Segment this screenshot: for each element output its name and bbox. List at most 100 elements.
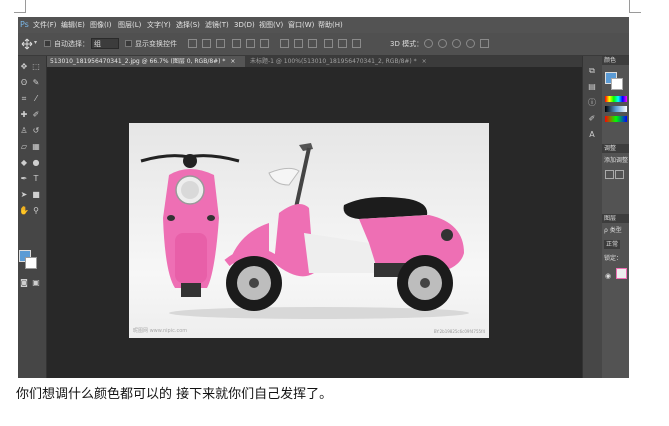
background-color-swatch-panel[interactable] bbox=[611, 78, 623, 90]
distribute-right-icon[interactable] bbox=[352, 39, 361, 48]
canvas-area[interactable]: 昵图网 www.nipic.com BY:2b19825c6c09f4755f4 bbox=[47, 67, 582, 378]
tab-document-1[interactable]: 513010_181956470341_2.jpg @ 66.7% (图层 0,… bbox=[47, 56, 245, 67]
image-watermark: 昵图网 www.nipic.com bbox=[133, 328, 188, 334]
3d-slide-icon[interactable] bbox=[466, 39, 475, 48]
history-panel-icon[interactable]: ⧉ bbox=[587, 66, 597, 76]
document-tab-bar: 513010_181956470341_2.jpg @ 66.7% (图层 0,… bbox=[47, 56, 582, 67]
layer-kind-filter[interactable]: ρ 类型 bbox=[604, 226, 622, 235]
menu-window[interactable]: 窗口(W) bbox=[288, 20, 314, 30]
crop-tool-icon[interactable]: ⌗ bbox=[19, 94, 29, 104]
tools-panel: ✥ ⬚ ʘ ✎ ⌗ ⁄ ✚ ✐ ♙ ↺ ▱ ▦ ◆ ● ✒ T ➤ ■ ✋ ⚲ … bbox=[18, 56, 47, 378]
shape-tool-icon[interactable]: ■ bbox=[31, 190, 41, 200]
menu-image[interactable]: 图像(I) bbox=[90, 20, 112, 30]
brush-panel-icon[interactable]: ✐ bbox=[587, 114, 597, 124]
quick-select-tool-icon[interactable]: ✎ bbox=[31, 78, 41, 88]
marquee-tool-icon[interactable]: ⬚ bbox=[31, 62, 41, 72]
blend-mode-select[interactable]: 正常 bbox=[604, 240, 621, 249]
3d-roll-icon[interactable] bbox=[438, 39, 447, 48]
distribute-bottom-icon[interactable] bbox=[308, 39, 317, 48]
show-transform-label: 显示变换控件 bbox=[135, 40, 177, 48]
distribute-hcenter-icon[interactable] bbox=[338, 39, 347, 48]
layer-thumbnail[interactable] bbox=[616, 268, 627, 279]
page-corner-mark-left bbox=[25, 0, 26, 12]
3d-pan-icon[interactable] bbox=[452, 39, 461, 48]
properties-panel-icon[interactable]: ▤ bbox=[587, 82, 597, 92]
3d-scale-icon[interactable] bbox=[480, 39, 489, 48]
chevron-down-icon[interactable]: ▾ bbox=[34, 39, 37, 46]
menu-bar: Ps 文件(F) 编辑(E) 图像(I) 图层(L) 文字(Y) 选择(S) 滤… bbox=[18, 17, 629, 33]
blur-tool-icon[interactable]: ◆ bbox=[19, 158, 29, 168]
close-icon[interactable]: × bbox=[230, 58, 235, 65]
align-vcenter-icon[interactable] bbox=[202, 39, 211, 48]
3d-rotate-icon[interactable] bbox=[424, 39, 433, 48]
levels-icon[interactable] bbox=[615, 170, 624, 179]
image-id-text: BY:2b19825c6c09f4755f4 bbox=[433, 329, 485, 334]
scooter-image bbox=[140, 143, 469, 319]
align-left-icon[interactable] bbox=[232, 39, 241, 48]
caption-text: 你们想调什么颜色都可以的 接下来就你们自己发挥了。 bbox=[16, 387, 333, 402]
background-color-swatch[interactable] bbox=[25, 257, 37, 269]
move-tool-icon[interactable] bbox=[21, 38, 33, 50]
distribute-top-icon[interactable] bbox=[280, 39, 289, 48]
menu-help[interactable]: 帮助(H) bbox=[318, 20, 343, 30]
auto-select-checkbox[interactable] bbox=[44, 40, 51, 47]
brush-tool-icon[interactable]: ✐ bbox=[31, 110, 41, 120]
eye-icon[interactable]: ◉ bbox=[605, 272, 611, 280]
right-panels: 颜色 调整 添加调整 图层 ρ 类型 正常 锁定： ◉ bbox=[602, 56, 629, 378]
close-icon[interactable]: × bbox=[422, 58, 427, 65]
quick-mask-icon[interactable]: ◙ bbox=[19, 278, 29, 288]
distribute-left-icon[interactable] bbox=[324, 39, 333, 48]
align-right-icon[interactable] bbox=[260, 39, 269, 48]
zoom-tool-icon[interactable]: ⚲ bbox=[31, 206, 41, 216]
path-select-tool-icon[interactable]: ➤ bbox=[19, 190, 29, 200]
auto-select-dropdown[interactable]: 组 bbox=[91, 38, 119, 49]
page-corner-mark-left-h bbox=[14, 12, 26, 13]
photoshop-window: Ps 文件(F) 编辑(E) 图像(I) 图层(L) 文字(Y) 选择(S) 滤… bbox=[18, 17, 629, 378]
color-slider-2[interactable] bbox=[605, 106, 627, 112]
character-panel-icon[interactable]: A bbox=[587, 130, 597, 140]
pen-tool-icon[interactable]: ✒ bbox=[19, 174, 29, 184]
document-image[interactable]: 昵图网 www.nipic.com BY:2b19825c6c09f4755f4 bbox=[129, 123, 489, 338]
dodge-tool-icon[interactable]: ● bbox=[31, 158, 41, 168]
app-logo: Ps bbox=[20, 20, 29, 29]
menu-edit[interactable]: 编辑(E) bbox=[61, 20, 85, 30]
move-tool-icon[interactable]: ✥ bbox=[19, 62, 29, 72]
menu-select[interactable]: 选择(S) bbox=[176, 20, 200, 30]
menu-type[interactable]: 文字(Y) bbox=[147, 20, 171, 30]
menu-view[interactable]: 视图(V) bbox=[259, 20, 283, 30]
align-bottom-icon[interactable] bbox=[216, 39, 225, 48]
clone-stamp-tool-icon[interactable]: ♙ bbox=[19, 126, 29, 136]
menu-layer[interactable]: 图层(L) bbox=[118, 20, 141, 30]
3d-mode-label: 3D 模式： bbox=[390, 40, 424, 48]
lasso-tool-icon[interactable]: ʘ bbox=[19, 78, 29, 88]
tab-document-2[interactable]: 未标题-1 @ 100%(513010_181956470341_2, RGB/… bbox=[247, 56, 427, 67]
tab-document-1-label: 513010_181956470341_2.jpg @ 66.7% (图层 0,… bbox=[50, 58, 226, 65]
brightness-icon[interactable] bbox=[605, 170, 614, 179]
panel-icon-strip: ⧉ ▤ ⓘ ✐ A bbox=[582, 56, 602, 378]
menu-filter[interactable]: 滤镜(T) bbox=[205, 20, 229, 30]
adjustments-add-label: 添加调整 bbox=[604, 157, 629, 164]
eyedropper-tool-icon[interactable]: ⁄ bbox=[31, 94, 41, 104]
tab-color[interactable]: 颜色 bbox=[602, 56, 629, 65]
healing-brush-tool-icon[interactable]: ✚ bbox=[19, 110, 29, 120]
info-panel-icon[interactable]: ⓘ bbox=[587, 98, 597, 108]
tab-layers[interactable]: 图层 bbox=[602, 214, 629, 223]
align-hcenter-icon[interactable] bbox=[246, 39, 255, 48]
gradient-tool-icon[interactable]: ▦ bbox=[31, 142, 41, 152]
show-transform-checkbox[interactable] bbox=[125, 40, 132, 47]
hand-tool-icon[interactable]: ✋ bbox=[19, 206, 29, 216]
align-top-icon[interactable] bbox=[188, 39, 197, 48]
tab-document-2-label: 未标题-1 @ 100%(513010_181956470341_2, RGB/… bbox=[250, 58, 417, 65]
menu-3d[interactable]: 3D(D) bbox=[234, 20, 255, 30]
distribute-vcenter-icon[interactable] bbox=[294, 39, 303, 48]
history-brush-tool-icon[interactable]: ↺ bbox=[31, 126, 41, 136]
menu-file[interactable]: 文件(F) bbox=[33, 20, 57, 30]
color-slider-3[interactable] bbox=[605, 116, 627, 122]
auto-select-label: 自动选择： bbox=[54, 40, 89, 48]
tab-adjustments[interactable]: 调整 bbox=[602, 144, 629, 153]
screen-mode-icon[interactable]: ▣ bbox=[31, 278, 41, 288]
type-tool-icon[interactable]: T bbox=[31, 174, 41, 184]
eraser-tool-icon[interactable]: ▱ bbox=[19, 142, 29, 152]
front-view-scooter bbox=[140, 154, 240, 297]
color-slider[interactable] bbox=[605, 96, 627, 102]
